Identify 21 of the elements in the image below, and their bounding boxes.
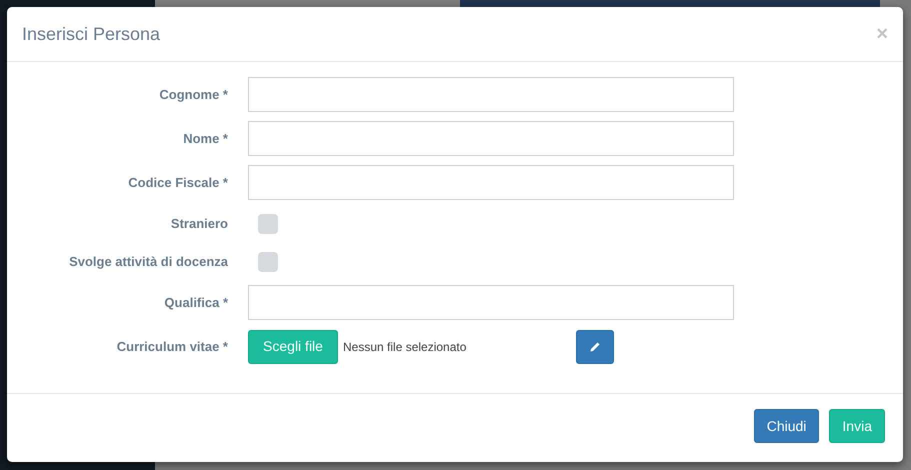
text-field[interactable]	[248, 285, 734, 320]
choose-file-button[interactable]: Scegli file	[248, 330, 338, 364]
field-label: Cognome *	[159, 86, 228, 102]
field-label: Svolge attività di docenza	[69, 254, 228, 269]
pencil-icon	[589, 340, 601, 352]
text-field[interactable]	[248, 121, 734, 156]
modal-title: Inserisci Persona	[22, 22, 160, 46]
field-label: Nome *	[183, 130, 228, 146]
footer-button[interactable]: Invia	[829, 409, 885, 443]
file-status: Nessun file selezionato	[343, 338, 468, 356]
close-button[interactable]: ×	[876, 24, 888, 44]
field-label: Qualifica *	[164, 294, 228, 310]
text-field[interactable]	[248, 77, 734, 112]
checkbox[interactable]	[258, 252, 278, 272]
text-field[interactable]	[248, 165, 734, 200]
field-label: Curriculum vitae *	[116, 338, 228, 354]
field-label: Straniero	[170, 216, 228, 231]
footer-button[interactable]: Chiudi	[754, 409, 820, 443]
checkbox[interactable]	[258, 214, 278, 234]
edit-button[interactable]	[576, 330, 614, 364]
field-label: Codice Fiscale *	[128, 174, 228, 190]
